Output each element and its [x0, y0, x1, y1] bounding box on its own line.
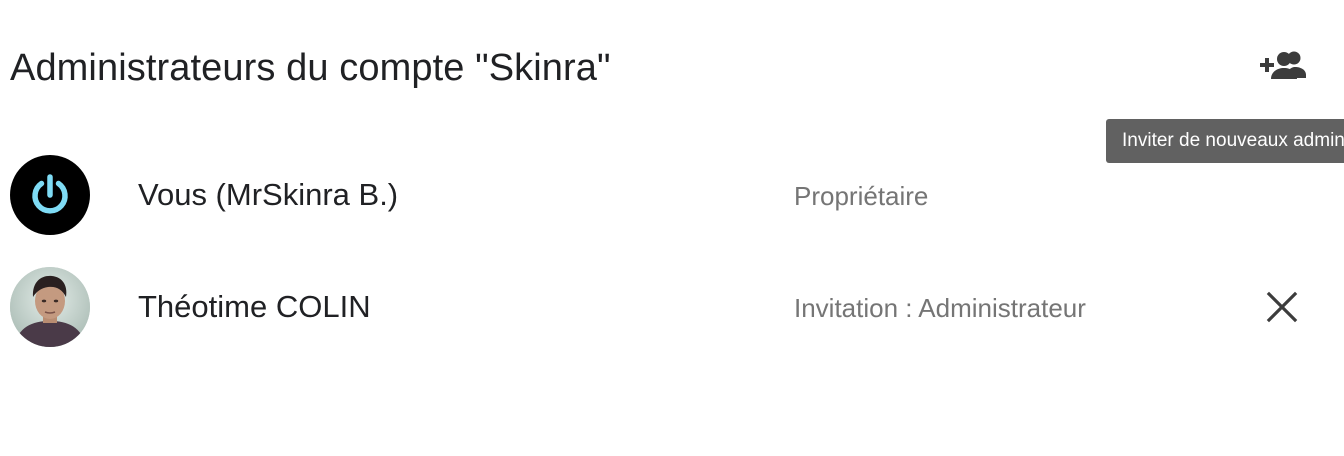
invite-admin-button[interactable] [1254, 46, 1310, 86]
avatar [10, 155, 90, 235]
admin-name: Vous (MrSkinra B.) [138, 177, 399, 212]
power-icon [32, 174, 68, 214]
person-add-icon [1260, 51, 1306, 79]
close-icon [1266, 291, 1298, 323]
account-admins-page: Administrateurs du compte "Skinra" Invit… [0, 0, 1344, 456]
admin-row: Théotime COLIN Invitation : Administrate… [0, 265, 1344, 349]
page-title: Administrateurs du compte "Skinra" [10, 47, 611, 89]
admin-name: Théotime COLIN [138, 289, 371, 324]
admin-role: Propriétaire [794, 181, 929, 211]
remove-admin-button[interactable] [1258, 283, 1306, 331]
profile-photo [10, 267, 90, 347]
admin-role: Invitation : Administrateur [794, 293, 1086, 323]
avatar [10, 267, 90, 347]
admin-row: Vous (MrSkinra B.) Propriétaire [0, 153, 1344, 237]
